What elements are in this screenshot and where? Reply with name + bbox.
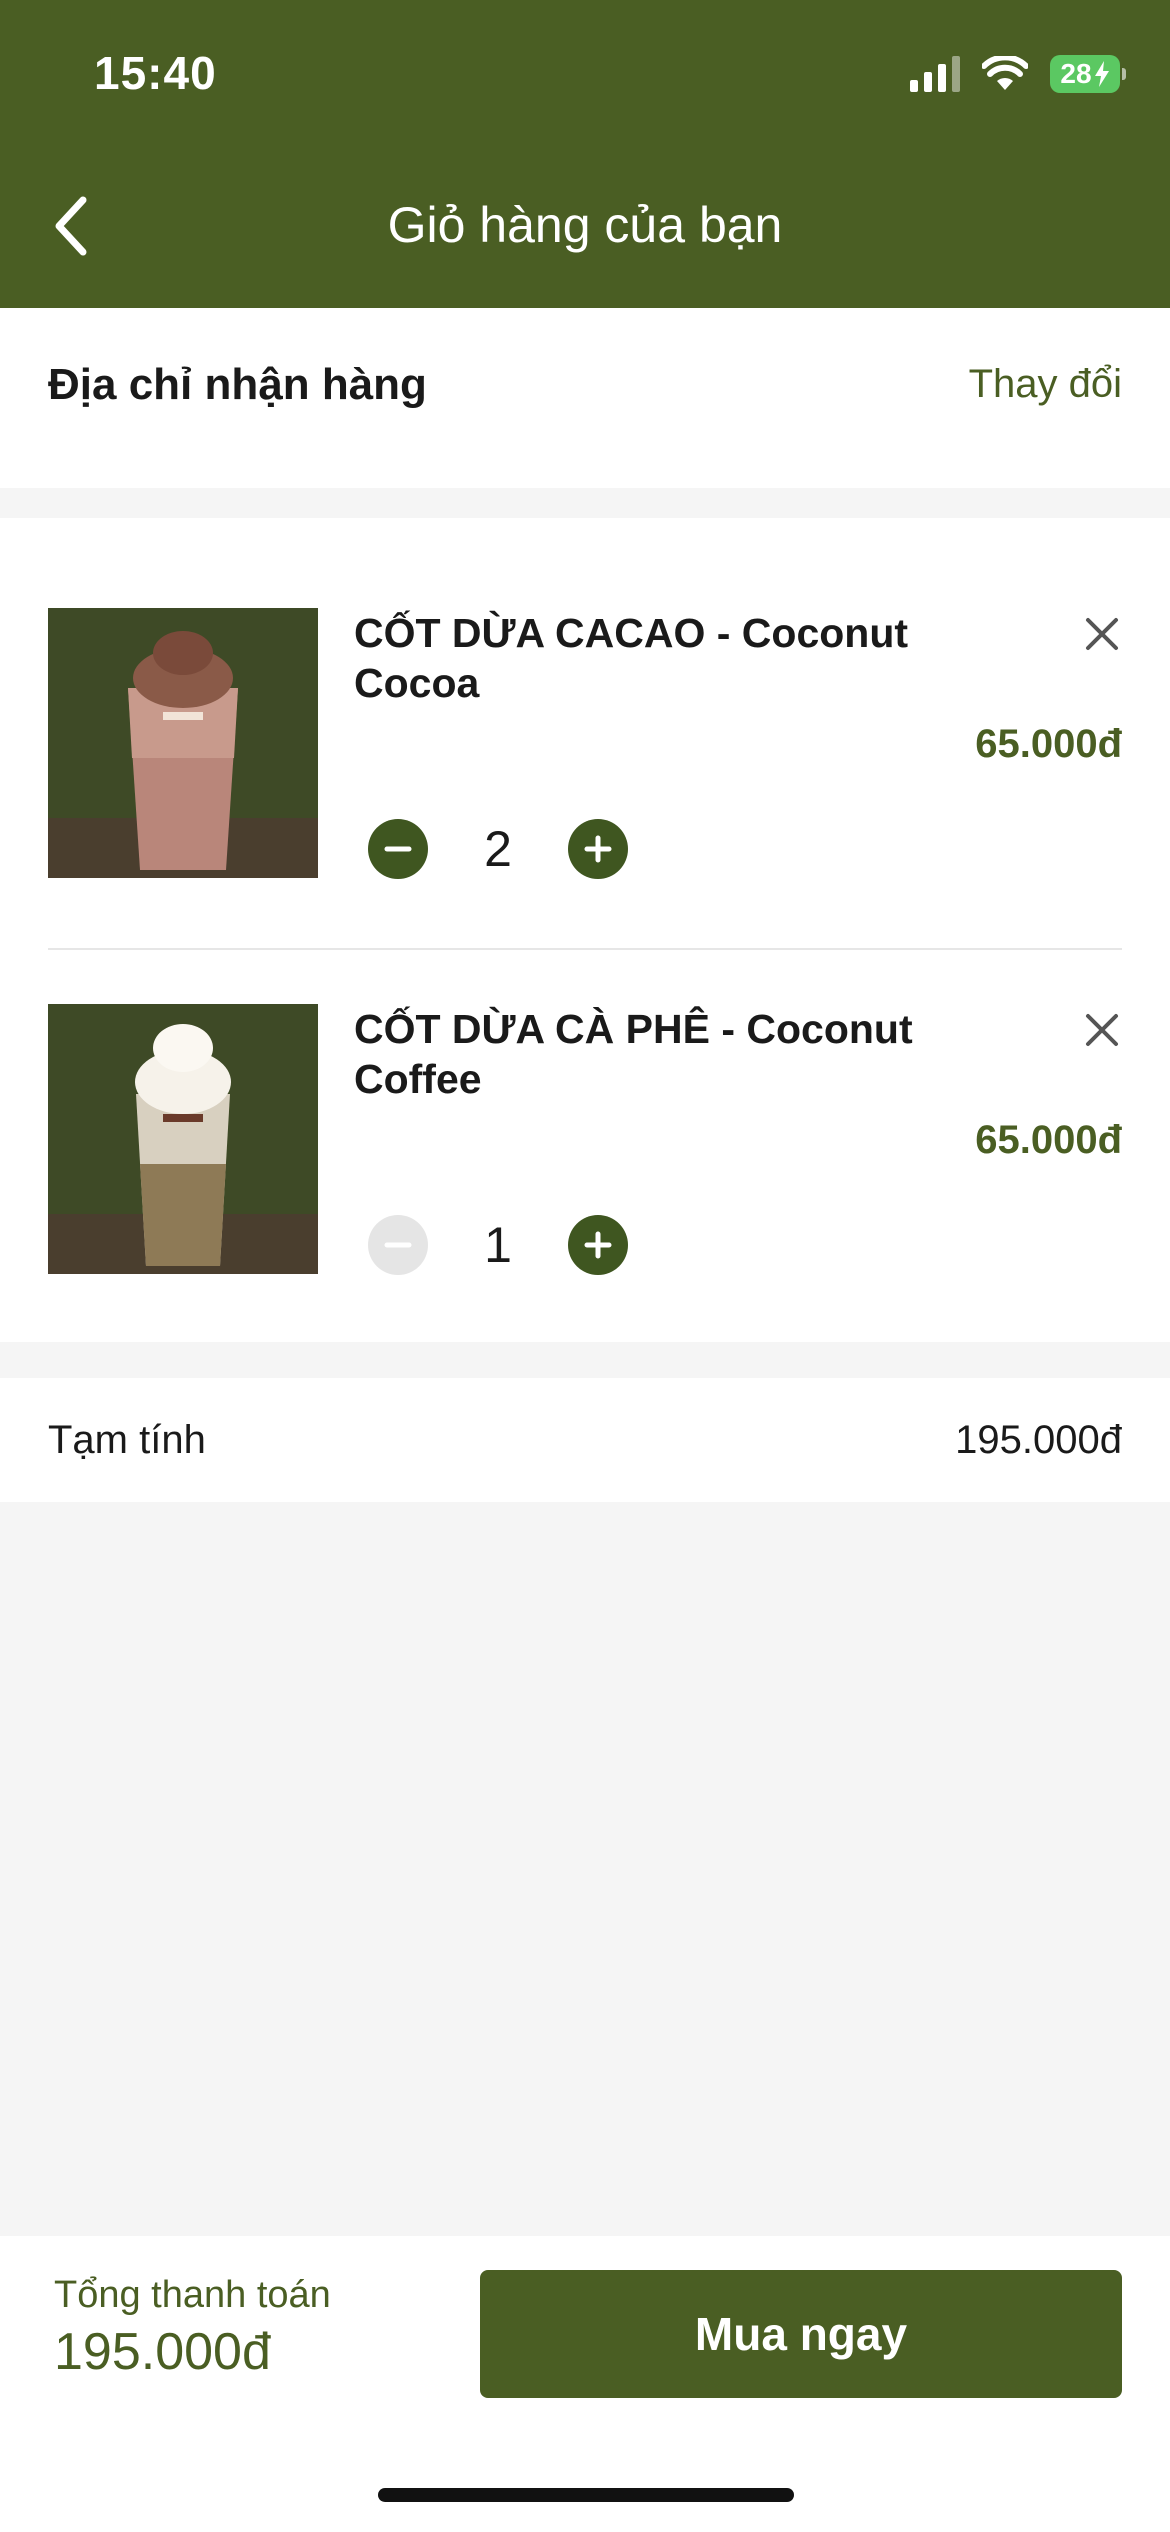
close-icon [1086, 1014, 1118, 1046]
plus-icon [584, 1231, 612, 1259]
buy-now-button[interactable]: Mua ngay [480, 2270, 1122, 2398]
quantity-stepper: 1 [368, 1214, 628, 1276]
change-address-link[interactable]: Thay đổi [969, 362, 1122, 407]
battery-level: 28 [1060, 58, 1092, 89]
address-label: Địa chỉ nhận hàng [48, 360, 427, 409]
product-price: 65.000đ [975, 722, 1122, 766]
page-title: Giỏ hàng của bạn [387, 197, 783, 253]
decrease-quantity-button[interactable] [368, 1215, 428, 1275]
total-label: Tổng thanh toán [54, 2274, 331, 2316]
subtotal-value: 195.000đ [955, 1418, 1122, 1462]
cellular-signal-icon [910, 56, 960, 92]
product-name: CỐT DỪA CÀ PHÊ - Coconut Coffee [354, 1006, 913, 1102]
total-value: 195.000đ [54, 2323, 271, 2381]
item-divider [48, 948, 1122, 950]
wifi-icon [982, 56, 1028, 90]
delivery-address-section: Địa chỉ nhận hàng Thay đổi [0, 308, 1170, 488]
minus-icon [384, 1242, 412, 1248]
increase-quantity-button[interactable] [568, 1215, 628, 1275]
close-icon [1086, 618, 1118, 650]
remove-item-button[interactable] [1082, 1010, 1122, 1050]
home-indicator[interactable] [378, 2488, 794, 2502]
subtotal-label: Tạm tính [48, 1418, 206, 1462]
decrease-quantity-button[interactable] [368, 819, 428, 879]
app-header: 15:40 28 Giỏ hàng của bạn [0, 0, 1170, 308]
subtotal-row: Tạm tính 195.000đ [0, 1378, 1170, 1502]
cart-item: CỐT DỪA CÀ PHÊ - Coconut Coffee 65.000đ … [48, 1004, 1122, 1276]
product-name: CỐT DỪA CACAO - Coconut Cocoa [354, 610, 909, 706]
product-price: 65.000đ [975, 1118, 1122, 1162]
quantity-value: 1 [484, 1217, 512, 1273]
plus-icon [584, 835, 612, 863]
cart-list: CỐT DỪA CACAO - Coconut Cocoa 65.000đ 2 [0, 518, 1170, 1342]
status-icons: 28 [910, 52, 1126, 96]
cart-item: CỐT DỪA CACAO - Coconut Cocoa 65.000đ 2 [48, 608, 1122, 880]
product-image [48, 1004, 318, 1274]
minus-icon [384, 846, 412, 852]
product-image [48, 608, 318, 878]
status-time: 15:40 [94, 47, 217, 99]
battery-icon: 28 [1050, 55, 1126, 93]
charging-bolt-icon [1094, 61, 1109, 87]
quantity-value: 2 [484, 821, 512, 877]
quantity-stepper: 2 [368, 818, 628, 880]
remove-item-button[interactable] [1082, 614, 1122, 654]
increase-quantity-button[interactable] [568, 819, 628, 879]
